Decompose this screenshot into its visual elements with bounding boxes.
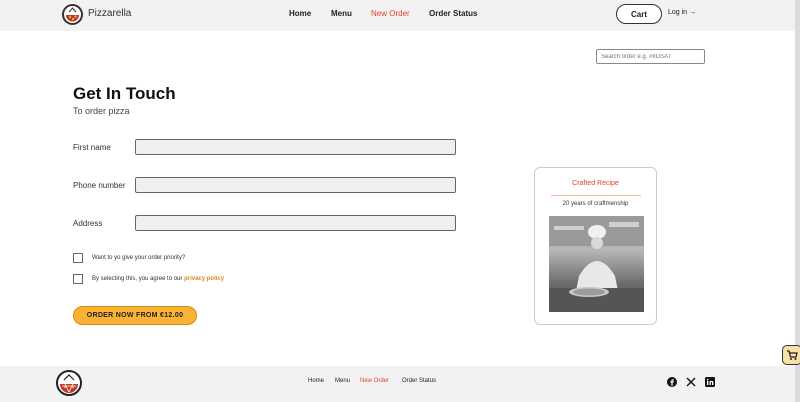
facebook-icon[interactable] <box>667 377 677 387</box>
footer-nav-order-status[interactable]: Order Status <box>402 378 436 384</box>
nav-home[interactable]: Home <box>289 9 311 18</box>
nav-order-status[interactable]: Order Status <box>429 9 477 18</box>
x-icon[interactable] <box>686 377 696 387</box>
chef-image <box>549 216 644 312</box>
phone-number-label: Phone number <box>73 181 126 190</box>
brand-name[interactable]: Pizzarella <box>88 8 131 19</box>
footer-nav-home[interactable]: Home <box>308 378 324 384</box>
page-title: Get In Touch <box>73 84 176 103</box>
priority-checkbox[interactable] <box>73 253 83 263</box>
search-order-input[interactable] <box>596 49 705 64</box>
footer-nav-new-order[interactable]: New Order <box>360 378 389 384</box>
first-name-label: First name <box>73 143 111 152</box>
card-subtitle: 20 years of craftmenship <box>562 201 629 207</box>
privacy-policy-link[interactable]: privacy policy <box>184 276 224 282</box>
address-input[interactable] <box>135 215 456 231</box>
card-divider <box>551 195 641 196</box>
cart-icon <box>787 350 798 360</box>
crafted-recipe-card: Crafted Recipe 20 years of craftmenship <box>534 167 657 325</box>
agree-label: By selecting this, you agree to our priv… <box>92 276 224 282</box>
first-name-input[interactable] <box>135 139 456 155</box>
scrollbar[interactable] <box>795 0 800 402</box>
card-title: Crafted Recipe <box>572 180 619 187</box>
linkedin-icon[interactable] <box>705 377 715 387</box>
agree-checkbox[interactable] <box>73 274 83 284</box>
nav-menu[interactable]: Menu <box>331 9 352 18</box>
phone-number-input[interactable] <box>135 177 456 193</box>
priority-label: Want to yo give your order priority? <box>92 255 186 261</box>
address-label: Address <box>73 219 103 228</box>
nav-new-order[interactable]: New Order <box>371 9 410 18</box>
floating-cart-button[interactable] <box>782 345 800 365</box>
agree-text: By selecting this, you agree to our <box>92 276 185 282</box>
login-link[interactable]: Log in → <box>668 9 696 16</box>
footer-pizza-logo-icon[interactable] <box>56 370 82 396</box>
page-subtitle: To order pizza <box>73 106 130 116</box>
order-now-button[interactable]: ORDER NOW FROM €12.00 <box>73 306 197 325</box>
footer-nav-menu[interactable]: Menu <box>335 378 350 384</box>
cart-button[interactable]: Cart <box>616 4 662 24</box>
pizza-logo-icon[interactable] <box>62 4 83 25</box>
